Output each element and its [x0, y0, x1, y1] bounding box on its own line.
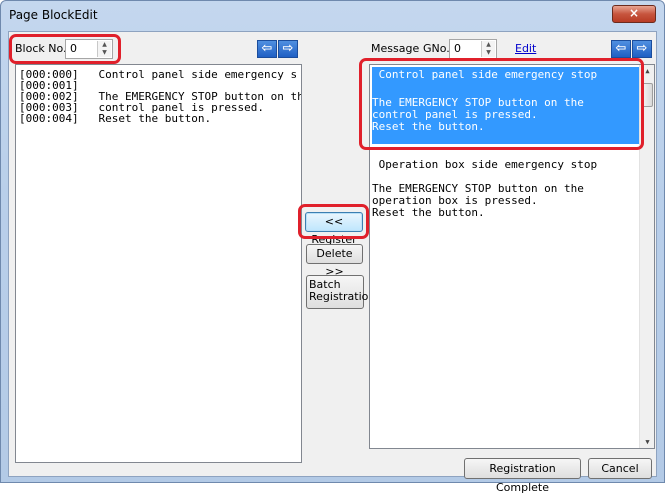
highlight-block-no [9, 34, 121, 64]
batch-label-line2: Registration [309, 290, 376, 303]
edit-link[interactable]: Edit [515, 42, 536, 55]
arrow-right-icon[interactable]: ⇨ [632, 40, 652, 58]
spinner-arrows[interactable]: ▲ ▼ [481, 41, 495, 57]
dialog-client: Block No. 0 ▲ ▼ ⇦ ⇨ [000:000] Control pa… [8, 31, 657, 494]
left-nav-arrows: ⇦ ⇨ [257, 40, 299, 58]
batch-registration-button[interactable]: Batch Registration [306, 275, 376, 309]
spinner-down-icon[interactable]: ▼ [482, 49, 495, 57]
message-line: Reset the button. [372, 206, 485, 219]
arrow-left-icon[interactable]: ⇦ [257, 40, 277, 58]
registration-complete-button[interactable]: Registration Complete [464, 458, 581, 494]
highlight-register [298, 204, 369, 239]
title-bar[interactable]: Page BlockEdit × [1, 1, 664, 31]
arrow-left-icon[interactable]: ⇦ [611, 40, 631, 58]
gno-value: 0 [454, 42, 461, 55]
message-line: Operation box side emergency stop [372, 158, 598, 171]
window-title: Page BlockEdit [9, 8, 98, 22]
gno-spinner[interactable]: 0 ▲ ▼ [449, 39, 497, 59]
scroll-down-icon[interactable]: ▼ [640, 438, 654, 446]
message-item[interactable]: Operation box side emergency stop The EM… [372, 153, 642, 233]
delete-button[interactable]: Delete >> [306, 244, 363, 278]
spinner-up-icon[interactable]: ▲ [482, 41, 495, 49]
page-blockedit-window: Page BlockEdit × Block No. 0 ▲ ▼ ⇦ ⇨ [00… [0, 0, 665, 494]
right-nav-arrows: ⇦ ⇨ [611, 40, 653, 58]
highlight-selected-message [359, 58, 644, 150]
message-label: Message [371, 42, 420, 55]
block-lines-panel[interactable]: [000:000] Control panel side emergency s… [15, 64, 302, 463]
cancel-button[interactable]: Cancel [588, 458, 652, 479]
close-button[interactable]: × [612, 5, 656, 23]
block-line: [000:004] Reset the button. [19, 112, 212, 125]
gno-label: GNo. [423, 42, 450, 55]
arrow-right-icon[interactable]: ⇨ [278, 40, 298, 58]
